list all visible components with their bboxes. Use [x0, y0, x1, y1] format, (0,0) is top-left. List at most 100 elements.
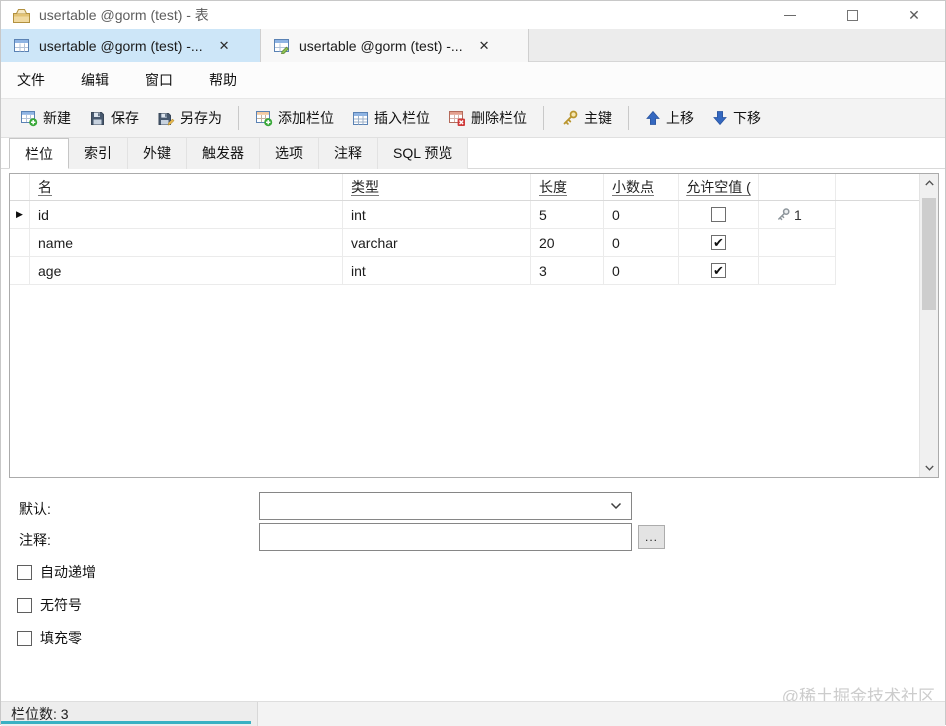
- field-nullable-cell[interactable]: [679, 201, 759, 229]
- field-type-cell[interactable]: int: [343, 201, 531, 229]
- add-field-button[interactable]: 添加栏位: [246, 103, 343, 133]
- minimize-icon: [784, 14, 796, 16]
- option-label: 无符号: [40, 597, 82, 613]
- primary-key-button[interactable]: 主键: [551, 103, 621, 133]
- unsigned-option[interactable]: 无符号: [17, 595, 82, 615]
- tab-comment[interactable]: 注释: [319, 138, 378, 169]
- app-window: usertable @gorm (test) - 表 ✕ usertable @…: [0, 0, 946, 726]
- field-key-cell: 1: [759, 201, 836, 229]
- field-name-cell[interactable]: id: [30, 201, 343, 229]
- tab-options[interactable]: 选项: [260, 138, 319, 169]
- header-label: 类型: [351, 179, 379, 195]
- field-nullable-cell[interactable]: ✔: [679, 229, 759, 257]
- field-nullable-cell[interactable]: ✔: [679, 257, 759, 285]
- header-nullable[interactable]: 允许空值 (: [679, 174, 759, 200]
- tab-sql-preview[interactable]: SQL 预览: [378, 138, 469, 169]
- nullable-checkbox[interactable]: [711, 207, 726, 222]
- field-name-cell[interactable]: age: [30, 257, 343, 285]
- header-length[interactable]: 长度: [531, 174, 604, 200]
- button-label: 删除栏位: [471, 110, 527, 126]
- auto-increment-checkbox[interactable]: [17, 564, 32, 580]
- zerofill-checkbox[interactable]: [17, 630, 32, 646]
- menu-edit[interactable]: 编辑: [67, 66, 123, 94]
- row-selector-cell[interactable]: [10, 229, 30, 257]
- grid-main: 名 类型 长度 小数点 允许空值 ( ▶ id int 5 0 1 name v…: [10, 174, 919, 477]
- delete-field-button[interactable]: 删除栏位: [439, 103, 536, 133]
- scrollbar-thumb[interactable]: [922, 198, 936, 310]
- auto-increment-option[interactable]: 自动递增: [17, 562, 96, 582]
- button-label: 插入栏位: [374, 110, 430, 126]
- row-selector-cell[interactable]: [10, 257, 30, 285]
- current-row-icon: ▶: [16, 209, 23, 219]
- header-filler: [836, 174, 919, 200]
- header-name[interactable]: 名: [30, 174, 343, 200]
- vertical-scrollbar[interactable]: [919, 174, 938, 477]
- tab-triggers[interactable]: 触发器: [187, 138, 260, 169]
- field-type-cell[interactable]: varchar: [343, 229, 531, 257]
- save-icon: [89, 110, 106, 127]
- toolbar: 新建 保存 另存为 添加栏位 插入栏位 删除栏位 主键 上移 下移: [1, 98, 945, 138]
- arrow-down-icon: [712, 110, 728, 126]
- bottom-accent-bar: [1, 721, 251, 724]
- nullable-checkbox[interactable]: ✔: [711, 235, 726, 250]
- field-length-cell[interactable]: 20: [531, 229, 604, 257]
- toolbar-separator: [543, 106, 544, 130]
- doc-tab-table[interactable]: usertable @gorm (test) -... ✕: [1, 29, 261, 62]
- doc-tab-close-icon[interactable]: ✕: [479, 38, 490, 54]
- scroll-up-icon[interactable]: [920, 174, 938, 192]
- menu-file[interactable]: 文件: [3, 66, 59, 94]
- header-label: 长度: [539, 179, 567, 195]
- field-length-cell[interactable]: 3: [531, 257, 604, 285]
- menu-window[interactable]: 窗口: [131, 66, 187, 94]
- table-delete-icon: [448, 109, 466, 127]
- tab-fields[interactable]: 栏位: [9, 138, 69, 169]
- button-label: 上移: [666, 110, 694, 126]
- key-order-label: 1: [794, 206, 802, 223]
- close-button[interactable]: ✕: [883, 1, 945, 29]
- header-type[interactable]: 类型: [343, 174, 531, 200]
- field-row: ▶ id int 5 0 1: [10, 201, 919, 229]
- row-filler: [836, 257, 919, 285]
- menu-help[interactable]: 帮助: [195, 66, 251, 94]
- field-decimal-cell[interactable]: 0: [604, 229, 679, 257]
- tab-indexes[interactable]: 索引: [69, 138, 128, 169]
- new-button[interactable]: 新建: [11, 103, 80, 133]
- insert-field-button[interactable]: 插入栏位: [343, 103, 439, 133]
- move-down-button[interactable]: 下移: [703, 103, 770, 133]
- field-decimal-cell[interactable]: 0: [604, 257, 679, 285]
- row-filler: [836, 201, 919, 229]
- nullable-checkbox[interactable]: ✔: [711, 263, 726, 278]
- zerofill-option[interactable]: 填充零: [17, 628, 82, 648]
- minimize-button[interactable]: [759, 1, 821, 29]
- field-decimal-cell[interactable]: 0: [604, 201, 679, 229]
- option-label: 自动递增: [40, 564, 96, 580]
- doc-tab-design[interactable]: usertable @gorm (test) -... ✕: [261, 29, 529, 62]
- table-add-icon: [255, 109, 273, 127]
- header-decimal[interactable]: 小数点: [604, 174, 679, 200]
- field-row: age int 3 0 ✔: [10, 257, 919, 285]
- comment-input[interactable]: [259, 523, 632, 551]
- field-length-cell[interactable]: 5: [531, 201, 604, 229]
- move-up-button[interactable]: 上移: [636, 103, 703, 133]
- doc-tab-close-icon[interactable]: ✕: [219, 38, 230, 54]
- tab-foreign-keys[interactable]: 外键: [128, 138, 187, 169]
- toolbar-separator: [628, 106, 629, 130]
- save-as-button[interactable]: 另存为: [148, 103, 231, 133]
- scroll-down-icon[interactable]: [920, 459, 938, 477]
- unsigned-checkbox[interactable]: [17, 597, 32, 613]
- document-tab-bar: usertable @gorm (test) -... ✕ usertable …: [1, 29, 945, 62]
- field-name-cell[interactable]: name: [30, 229, 343, 257]
- header-key: [759, 174, 836, 200]
- button-label: 添加栏位: [278, 110, 334, 126]
- window-controls: ✕: [759, 1, 945, 29]
- row-selector-cell[interactable]: ▶: [10, 201, 30, 229]
- default-combobox[interactable]: [259, 492, 632, 520]
- browse-button[interactable]: ...: [638, 525, 665, 549]
- maximize-button[interactable]: [821, 1, 883, 29]
- save-button[interactable]: 保存: [80, 103, 148, 133]
- field-type-cell[interactable]: int: [343, 257, 531, 285]
- maximize-icon: [846, 9, 858, 21]
- field-key-cell: [759, 257, 836, 285]
- grid-header-row: 名 类型 长度 小数点 允许空值 (: [10, 174, 919, 201]
- doc-tab-label: usertable @gorm (test) -...: [39, 37, 203, 54]
